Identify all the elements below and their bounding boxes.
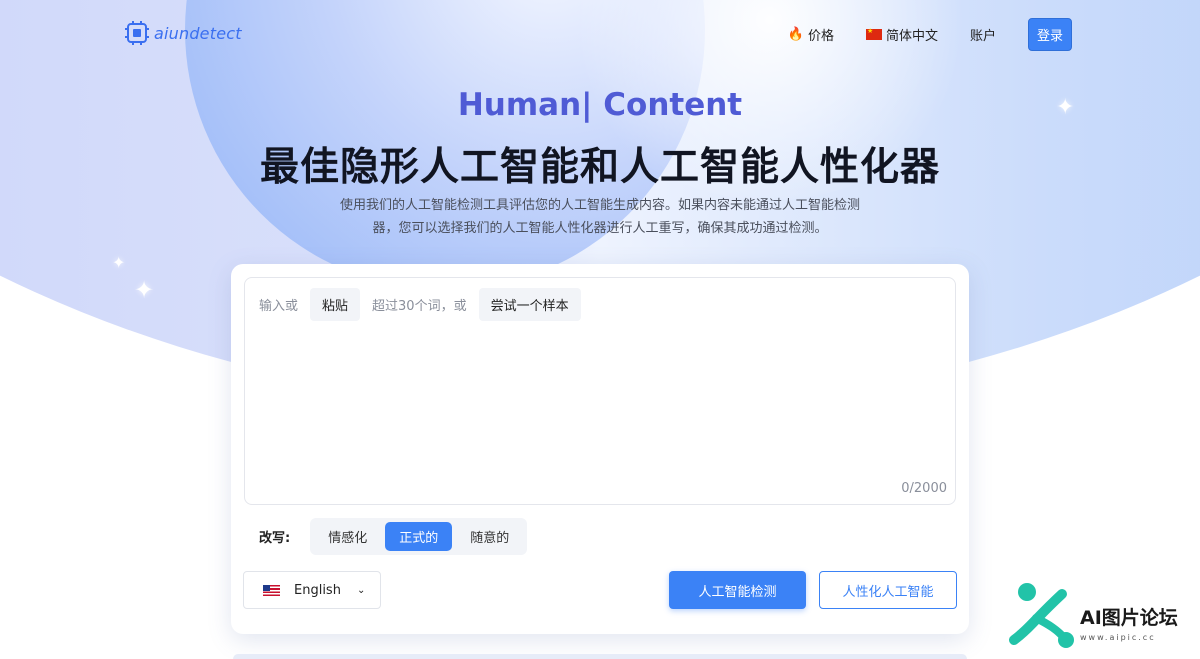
- rewrite-mode-selector: 情感化 正式的 随意的: [310, 518, 528, 555]
- text-input-area[interactable]: 输入或 粘贴 超过30个词，或 尝试一个样本 0/2000: [244, 277, 956, 505]
- sparkle-icon: ✦: [134, 276, 155, 304]
- language-select[interactable]: English ⌄: [243, 571, 381, 609]
- editor-hint: 输入或 粘贴 超过30个词，或 尝试一个样本: [259, 288, 581, 321]
- logo-text: aiundetect: [154, 23, 242, 43]
- paste-button[interactable]: 粘贴: [310, 288, 361, 321]
- china-flag-icon: [865, 27, 882, 40]
- header: aiundetect 🔥 价格 简体中文 账户 登录: [0, 0, 1200, 66]
- try-sample-button[interactable]: 尝试一个样本: [478, 288, 581, 321]
- humanize-ai-button[interactable]: 人性化人工智能: [819, 571, 957, 609]
- watermark-text: AI图片论坛: [1080, 607, 1178, 629]
- word-counter: 0/2000: [901, 481, 947, 496]
- hint-middle: 超过30个词，或: [372, 299, 467, 314]
- nav-language[interactable]: 简体中文: [865, 25, 938, 44]
- language-select-value: English: [294, 582, 341, 598]
- hero-description-line: 使用我们的人工智能检测工具评估您的人工智能生成内容。如果内容未能通过人工智能检测: [339, 198, 860, 213]
- page-title: 最佳隐形人工智能和人工智能人性化器: [259, 145, 940, 190]
- nav-account[interactable]: 账户: [970, 25, 996, 44]
- top-nav: 🔥 价格 简体中文 账户 登录: [788, 18, 1072, 51]
- hero-subtitle: Human| Content: [457, 87, 743, 123]
- hero-description: 使用我们的人工智能检测工具评估您的人工智能生成内容。如果内容未能通过人工智能检测…: [0, 194, 1200, 240]
- nav-language-label: 简体中文: [885, 29, 938, 44]
- hint-prefix: 输入或: [259, 299, 299, 314]
- rewrite-option-emotional[interactable]: 情感化: [314, 522, 381, 551]
- next-section-edge: [233, 654, 967, 659]
- watermark-logo-icon: [1009, 583, 1074, 648]
- watermark: AI图片论坛 www.aipic.cc: [1000, 578, 1196, 656]
- us-flag-icon: [263, 584, 280, 596]
- sparkle-icon: ✦: [112, 253, 126, 272]
- rewrite-option-formal[interactable]: 正式的: [385, 522, 453, 551]
- watermark-url: www.aipic.cc: [1080, 633, 1156, 642]
- rewrite-option-casual[interactable]: 随意的: [456, 522, 523, 551]
- tool-card: 输入或 粘贴 超过30个词，或 尝试一个样本 0/2000 改写: 情感化 正式…: [231, 264, 969, 634]
- logo[interactable]: aiundetect: [124, 20, 242, 46]
- nav-pricing[interactable]: 🔥 价格: [788, 25, 834, 44]
- chevron-down-icon: ⌄: [356, 584, 366, 596]
- sparkle-icon: ✦: [1068, 328, 1081, 346]
- ai-detect-button[interactable]: 人工智能检测: [669, 571, 806, 609]
- nav-pricing-label: 价格: [807, 29, 834, 44]
- rewrite-label: 改写:: [259, 531, 291, 546]
- fire-icon: 🔥: [787, 27, 804, 42]
- rewrite-mode: 改写: 情感化 正式的 随意的: [259, 518, 528, 555]
- hero-description-line: 器，您可以选择我们的人工智能人性化器进行人工重写，确保其成功通过检测。: [372, 221, 828, 236]
- logo-chip-icon: [125, 21, 149, 45]
- login-button[interactable]: 登录: [1027, 18, 1072, 51]
